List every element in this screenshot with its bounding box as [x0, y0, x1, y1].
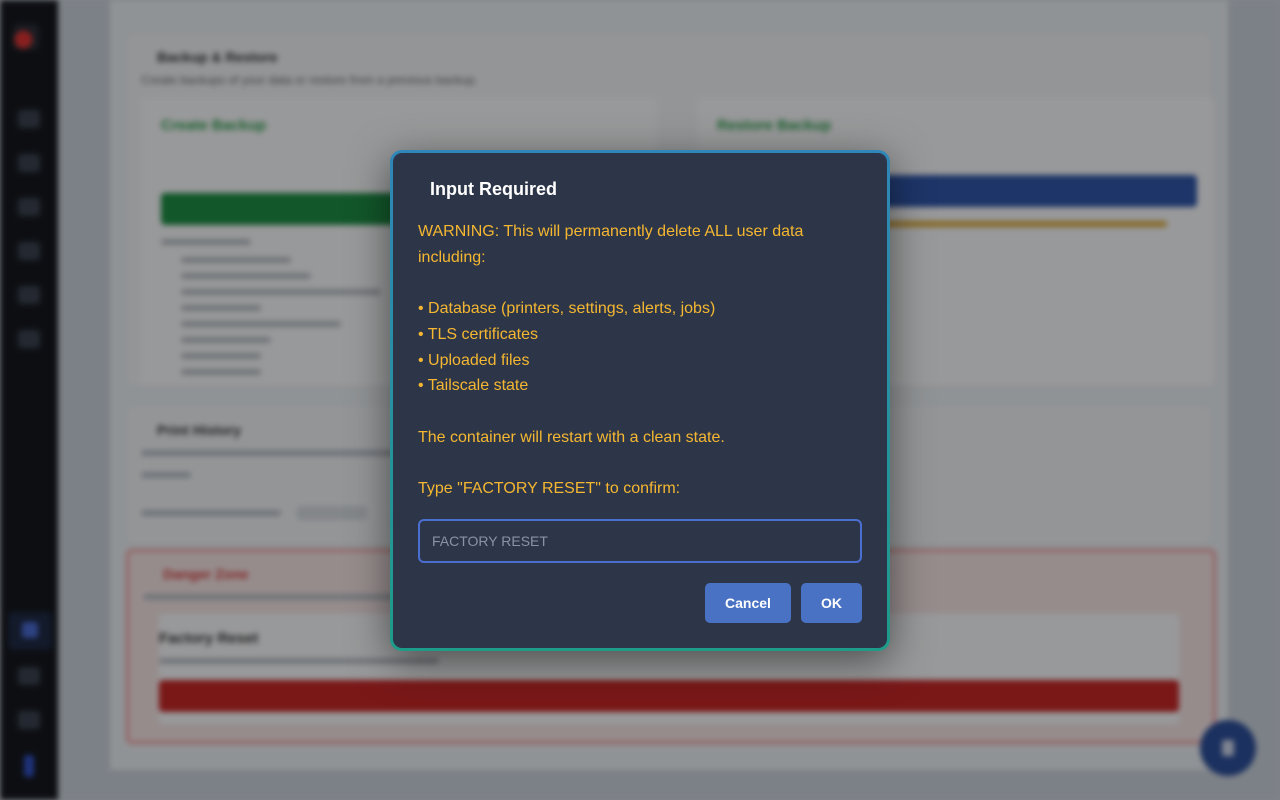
confirmation-input[interactable]: [418, 519, 862, 563]
input-required-dialog: Input Required WARNING: This will perman…: [390, 150, 890, 651]
dialog-title: Input Required: [430, 179, 557, 199]
ok-button[interactable]: OK: [801, 583, 862, 623]
dialog-warning-message: WARNING: This will permanently delete AL…: [418, 223, 804, 498]
cancel-button[interactable]: Cancel: [705, 583, 791, 623]
